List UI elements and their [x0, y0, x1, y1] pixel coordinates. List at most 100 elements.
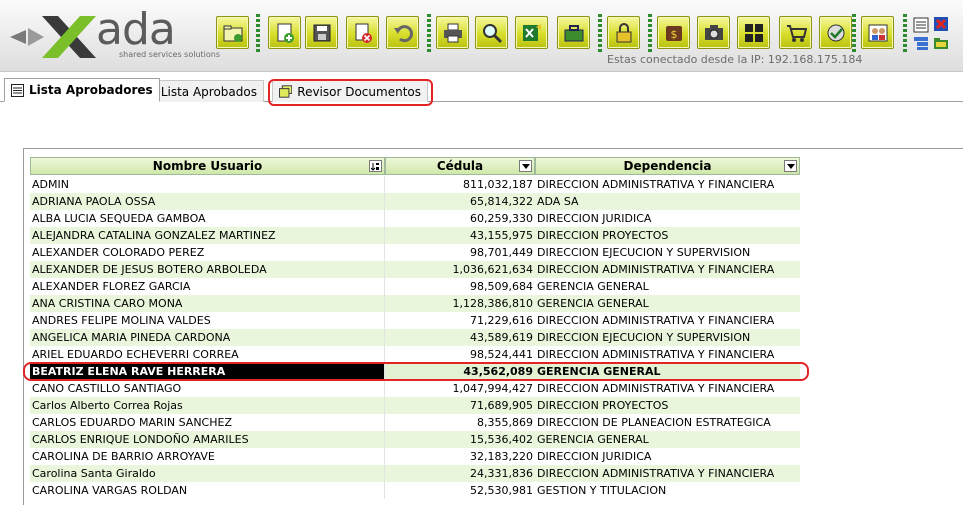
tree-view-icon[interactable]: [913, 35, 929, 51]
cell-dependencia[interactable]: GERENCIA GENERAL: [535, 295, 800, 312]
cell-nombre[interactable]: ALBA LUCIA SEQUEDA GAMBOA: [30, 210, 385, 227]
cell-cedula[interactable]: 43,589,619: [385, 329, 535, 346]
cell-cedula[interactable]: 71,229,616: [385, 312, 535, 329]
cell-cedula[interactable]: 98,524,441: [385, 346, 535, 363]
print-button[interactable]: [436, 16, 469, 49]
cell-dependencia[interactable]: DIRECCION EJECUCION Y SUPERVISION: [535, 244, 800, 261]
cell-nombre[interactable]: ALEXANDER FLOREZ GARCIA: [30, 278, 385, 295]
cell-cedula[interactable]: 98,509,684: [385, 278, 535, 295]
cell-cedula[interactable]: 52,530,981: [385, 482, 535, 499]
column-header-cedula[interactable]: Cédula: [385, 157, 535, 175]
table-row[interactable]: ALBA LUCIA SEQUEDA GAMBOA 60,259,330 DIREC…: [30, 210, 800, 227]
table-row[interactable]: CAROLINA DE BARRIO ARROYAVE 32,183,220 DIR…: [30, 448, 800, 465]
cell-cedula[interactable]: 43,155,975: [385, 227, 535, 244]
camera-button[interactable]: [697, 16, 730, 49]
cell-dependencia[interactable]: DIRECCION DE PLANEACION ESTRATEGICA: [535, 414, 800, 431]
cell-cedula[interactable]: 1,036,621,634: [385, 261, 535, 278]
cell-cedula[interactable]: 98,701,449: [385, 244, 535, 261]
users-button[interactable]: [861, 16, 894, 49]
search-button[interactable]: [475, 16, 508, 49]
cell-dependencia[interactable]: GESTION Y TITULACION: [535, 482, 800, 499]
cell-nombre[interactable]: CANO CASTILLO SANTIAGO: [30, 380, 385, 397]
column-header-nombre-usuario[interactable]: Nombre Usuario: [30, 157, 385, 175]
cart-button[interactable]: [779, 16, 812, 49]
cell-dependencia[interactable]: DIRECCION ADMINISTRATIVA Y FINANCIERA: [535, 380, 800, 397]
table-row[interactable]: CARLOS ENRIQUE LONDOÑO AMARILES 15,536,40…: [30, 431, 800, 448]
cell-cedula[interactable]: 65,814,322: [385, 193, 535, 210]
list-view-icon[interactable]: [913, 17, 929, 33]
cell-dependencia[interactable]: GERENCIA GENERAL: [535, 431, 800, 448]
cell-nombre[interactable]: ALEXANDER COLORADO PEREZ: [30, 244, 385, 261]
cell-cedula[interactable]: 71,689,905: [385, 397, 535, 414]
cell-nombre[interactable]: CARLOS ENRIQUE LONDOÑO AMARILES: [30, 431, 385, 448]
cell-dependencia[interactable]: DIRECCION EJECUCION Y SUPERVISION: [535, 329, 800, 346]
cell-nombre[interactable]: ALEJANDRA CATALINA GONZALEZ MARTINEZ: [30, 227, 385, 244]
money-button[interactable]: $: [657, 16, 690, 49]
table-row[interactable]: ANGELICA MARIA PINEDA CARDONA 43,589,619 D…: [30, 329, 800, 346]
new-document-button[interactable]: [268, 16, 301, 49]
cell-cedula[interactable]: 1,047,994,427: [385, 380, 535, 397]
filter-dropdown-icon[interactable]: [519, 160, 532, 172]
cell-cedula[interactable]: 15,536,402: [385, 431, 535, 448]
cell-nombre[interactable]: ANDRES FELIPE MOLINA VALDES: [30, 312, 385, 329]
cell-nombre[interactable]: Carolina Santa Giraldo: [30, 465, 385, 482]
table-row[interactable]: ADMIN 811,032,187 DIRECCION ADMINISTRATIVA…: [30, 176, 800, 193]
cell-nombre[interactable]: ADRIANA PAOLA OSSA: [30, 193, 385, 210]
cell-nombre[interactable]: ALEXANDER DE JESUS BOTERO ARBOLEDA: [30, 261, 385, 278]
cell-cedula[interactable]: 24,331,836: [385, 465, 535, 482]
delete-button[interactable]: [346, 16, 379, 49]
folder-add-button[interactable]: [216, 16, 249, 49]
cell-dependencia[interactable]: DIRECCION PROYECTOS: [535, 397, 800, 414]
table-row[interactable]: ALEJANDRA CATALINA GONZALEZ MARTINEZ 43,1…: [30, 227, 800, 244]
undo-button[interactable]: [386, 16, 419, 49]
table-row[interactable]: CARLOS EDUARDO MARIN SANCHEZ 8,355,869 DIR…: [30, 414, 800, 431]
table-row[interactable]: ANDRES FELIPE MOLINA VALDES 71,229,616 DIR…: [30, 312, 800, 329]
cell-dependencia[interactable]: DIRECCION ADMINISTRATIVA Y FINANCIERA: [535, 346, 800, 363]
table-row[interactable]: CAROLINA VARGAS ROLDAN 52,530,981 GESTION …: [30, 482, 800, 499]
cell-nombre[interactable]: Carlos Alberto Correa Rojas: [30, 397, 385, 414]
cell-dependencia[interactable]: DIRECCION ADMINISTRATIVA Y FINANCIERA: [535, 312, 800, 329]
grid-button[interactable]: [737, 16, 770, 49]
cell-dependencia[interactable]: DIRECCION ADMINISTRATIVA Y FINANCIERA: [535, 261, 800, 278]
table-row[interactable]: CANO CASTILLO SANTIAGO 1,047,994,427 DIREC…: [30, 380, 800, 397]
cell-cedula[interactable]: 32,183,220: [385, 448, 535, 465]
toolbox-button[interactable]: [557, 16, 590, 49]
cell-dependencia[interactable]: GERENCIA GENERAL: [535, 278, 800, 295]
cell-cedula[interactable]: 60,259,330: [385, 210, 535, 227]
cell-dependencia[interactable]: ADA SA: [535, 193, 800, 210]
table-row[interactable]: ADRIANA PAOLA OSSA 65,814,322 ADA SA: [30, 193, 800, 210]
cell-nombre[interactable]: CAROLINA DE BARRIO ARROYAVE: [30, 448, 385, 465]
save-button[interactable]: [305, 16, 338, 49]
table-row[interactable]: ANA CRISTINA CARO MONA 1,128,386,810 GEREN…: [30, 295, 800, 312]
cell-cedula[interactable]: 811,032,187: [385, 176, 535, 193]
tab-lista-aprobados[interactable]: Lista Aprobados: [142, 80, 264, 102]
column-header-dependencia[interactable]: Dependencia: [535, 157, 800, 175]
table-row[interactable]: Carolina Santa Giraldo 24,331,836 DIRECCIO…: [30, 465, 800, 482]
cell-nombre[interactable]: ARIEL EDUARDO ECHEVERRI CORREA: [30, 346, 385, 363]
cell-dependencia[interactable]: DIRECCION ADMINISTRATIVA Y FINANCIERA: [535, 465, 800, 482]
table-row[interactable]: ALEXANDER DE JESUS BOTERO ARBOLEDA 1,036,…: [30, 261, 800, 278]
cell-nombre[interactable]: ADMIN: [30, 176, 385, 193]
filter-dropdown-icon[interactable]: [784, 160, 797, 172]
tab-lista-aprobadores[interactable]: Lista Aprobadores: [4, 78, 160, 102]
table-row[interactable]: ALEXANDER COLORADO PEREZ 98,701,449 DIRECC…: [30, 244, 800, 261]
cell-dependencia[interactable]: DIRECCION PROYECTOS: [535, 227, 800, 244]
cell-nombre[interactable]: CAROLINA VARGAS ROLDAN: [30, 482, 385, 499]
close-window-icon[interactable]: [933, 16, 949, 32]
cell-dependencia[interactable]: DIRECCION JURIDICA: [535, 210, 800, 227]
lock-button[interactable]: [607, 16, 640, 49]
cell-cedula[interactable]: 1,128,386,810: [385, 295, 535, 312]
cell-nombre[interactable]: CARLOS EDUARDO MARIN SANCHEZ: [30, 414, 385, 431]
table-row[interactable]: ALEXANDER FLOREZ GARCIA 98,509,684 GERENCI…: [30, 278, 800, 295]
sort-ascending-icon[interactable]: [369, 160, 382, 172]
cell-nombre[interactable]: ANGELICA MARIA PINEDA CARDONA: [30, 329, 385, 346]
table-row[interactable]: Carlos Alberto Correa Rojas 71,689,905 DIR…: [30, 397, 800, 414]
cell-nombre[interactable]: ANA CRISTINA CARO MONA: [30, 295, 385, 312]
cell-cedula[interactable]: 8,355,869: [385, 414, 535, 431]
export-excel-button[interactable]: [515, 16, 548, 49]
cell-dependencia[interactable]: DIRECCION JURIDICA: [535, 448, 800, 465]
cell-dependencia[interactable]: DIRECCION ADMINISTRATIVA Y FINANCIERA: [535, 176, 800, 193]
approve-button[interactable]: [819, 16, 852, 49]
folder-small-icon[interactable]: [933, 35, 949, 51]
table-row[interactable]: ARIEL EDUARDO ECHEVERRI CORREA 98,524,441…: [30, 346, 800, 363]
